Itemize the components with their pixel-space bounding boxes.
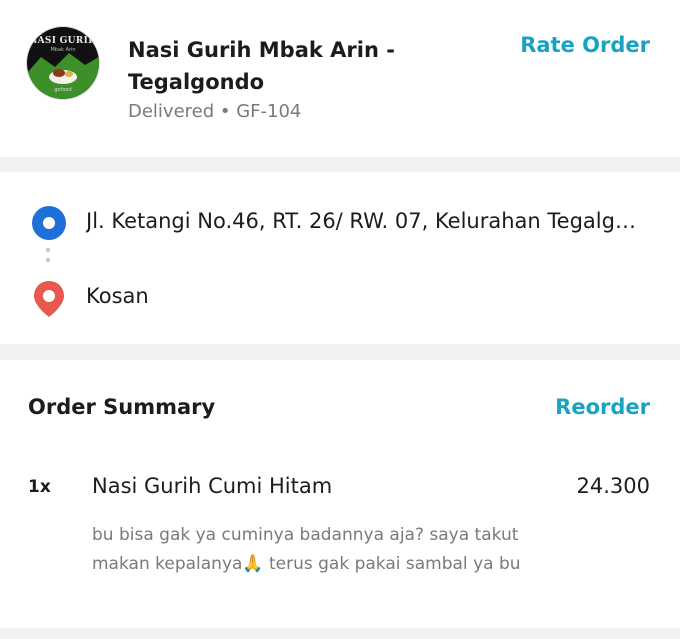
reorder-button[interactable]: Reorder bbox=[555, 395, 650, 419]
order-status: Delivered • GF-104 bbox=[128, 101, 302, 122]
route-connector bbox=[46, 248, 50, 268]
destination-label: Kosan bbox=[86, 284, 149, 308]
location-pin-icon bbox=[32, 280, 66, 322]
logo-title: NASI GURIH bbox=[29, 36, 97, 46]
delivery-route bbox=[0, 172, 680, 344]
item-quantity: 1x bbox=[28, 477, 51, 497]
store-name: Nasi Gurih Mbak Arin - Tegalgondo bbox=[128, 38, 395, 94]
logo-subtitle: Mbak Arin bbox=[50, 47, 76, 53]
origin-address: Jl. Ketangi No.46, RT. 26/ RW. 07, Kelur… bbox=[86, 209, 642, 233]
order-summary-title: Order Summary bbox=[28, 395, 216, 419]
item-name: Nasi Gurih Cumi Hitam bbox=[92, 474, 333, 498]
origin-pin-icon bbox=[32, 206, 66, 240]
restaurant-header: NASI GURIH Mbak Arin gofood Nasi Gurih M… bbox=[0, 0, 680, 157]
rate-order-button[interactable]: Rate Order bbox=[520, 33, 650, 57]
restaurant-logo: NASI GURIH Mbak Arin gofood bbox=[27, 27, 99, 99]
logo-tag: gofood bbox=[54, 87, 72, 93]
item-price: 24.300 bbox=[576, 474, 650, 498]
item-note: bu bisa gak ya cuminya badannya aja? say… bbox=[92, 525, 521, 574]
